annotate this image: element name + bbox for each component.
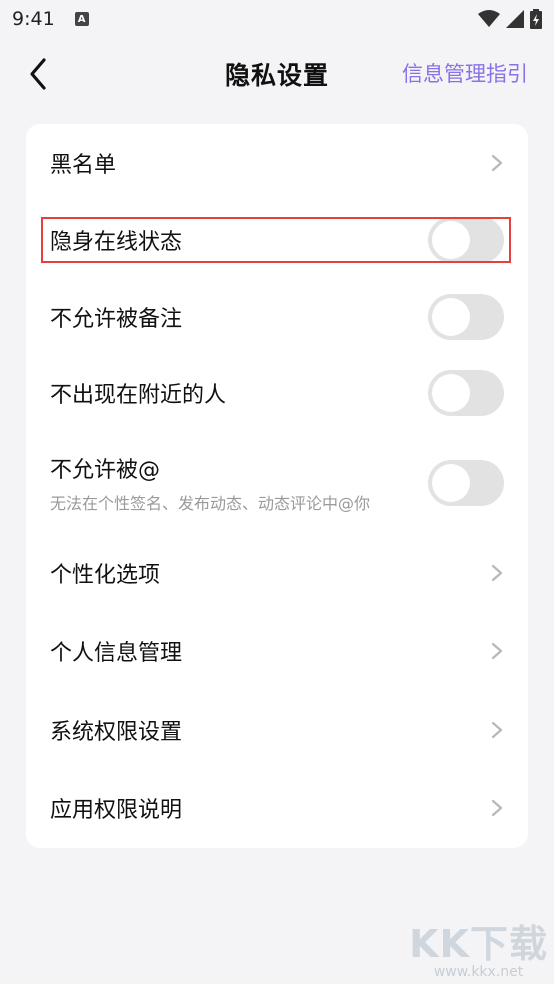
chevron-right-icon [491,721,503,739]
status-time: 9:41 [12,8,55,30]
setting-row-app-permissions[interactable]: 应用权限说明 [26,769,528,847]
wifi-icon [478,10,500,27]
setting-label: 个性化选项 [50,563,161,588]
watermark-logo: KK下载 [409,922,548,966]
setting-sublabel: 无法在个性签名、发布动态、动态评论中@你 [50,494,371,513]
setting-label: 应用权限说明 [50,798,183,823]
setting-label: 系统权限设置 [50,720,183,745]
notification-icon: A [74,12,89,26]
hide-nearby-toggle[interactable] [428,370,504,416]
status-bar: 9:41 A [0,0,554,38]
setting-row-invisible-online: 隐身在线状态 [26,204,528,276]
chevron-right-icon [491,154,503,172]
toggle-knob [432,298,470,336]
nav-bar: 隐私设置 信息管理指引 [0,44,554,104]
setting-row-hide-nearby: 不出现在附近的人 [26,357,528,429]
setting-row-no-remark: 不允许被备注 [26,281,528,353]
watermark-url: www.kkx.net [433,964,524,980]
watermark: KK下载 www.kkx.net [409,924,548,980]
setting-label: 不允许被备注 [50,307,183,332]
toggle-knob [432,464,470,502]
battery-icon [530,9,542,29]
privacy-settings-card: 黑名单 隐身在线状态 不允许被备注 不出现在附近的人 不允许被@ 无法在个性签名… [26,124,528,848]
info-management-guide-link[interactable]: 信息管理指引 [402,58,528,88]
chevron-right-icon [491,642,503,660]
invisible-online-toggle[interactable] [428,217,504,263]
toggle-knob [432,374,470,412]
setting-label: 不允许被@ [50,458,161,483]
setting-row-personalization[interactable]: 个性化选项 [26,534,528,612]
setting-row-personal-info[interactable]: 个人信息管理 [26,612,528,690]
no-remark-toggle[interactable] [428,294,504,340]
setting-row-blacklist[interactable]: 黑名单 [26,124,528,202]
setting-label: 不出现在附近的人 [50,383,227,408]
setting-label: 隐身在线状态 [50,230,183,255]
setting-label: 黑名单 [50,153,117,178]
chevron-right-icon [491,799,503,817]
setting-label: 个人信息管理 [50,641,183,666]
setting-row-no-mention: 不允许被@ 无法在个性签名、发布动态、动态评论中@你 [26,442,528,524]
toggle-knob [432,221,470,259]
chevron-right-icon [491,564,503,582]
no-mention-toggle[interactable] [428,460,504,506]
signal-icon [506,10,524,28]
setting-row-system-permissions[interactable]: 系统权限设置 [26,691,528,769]
